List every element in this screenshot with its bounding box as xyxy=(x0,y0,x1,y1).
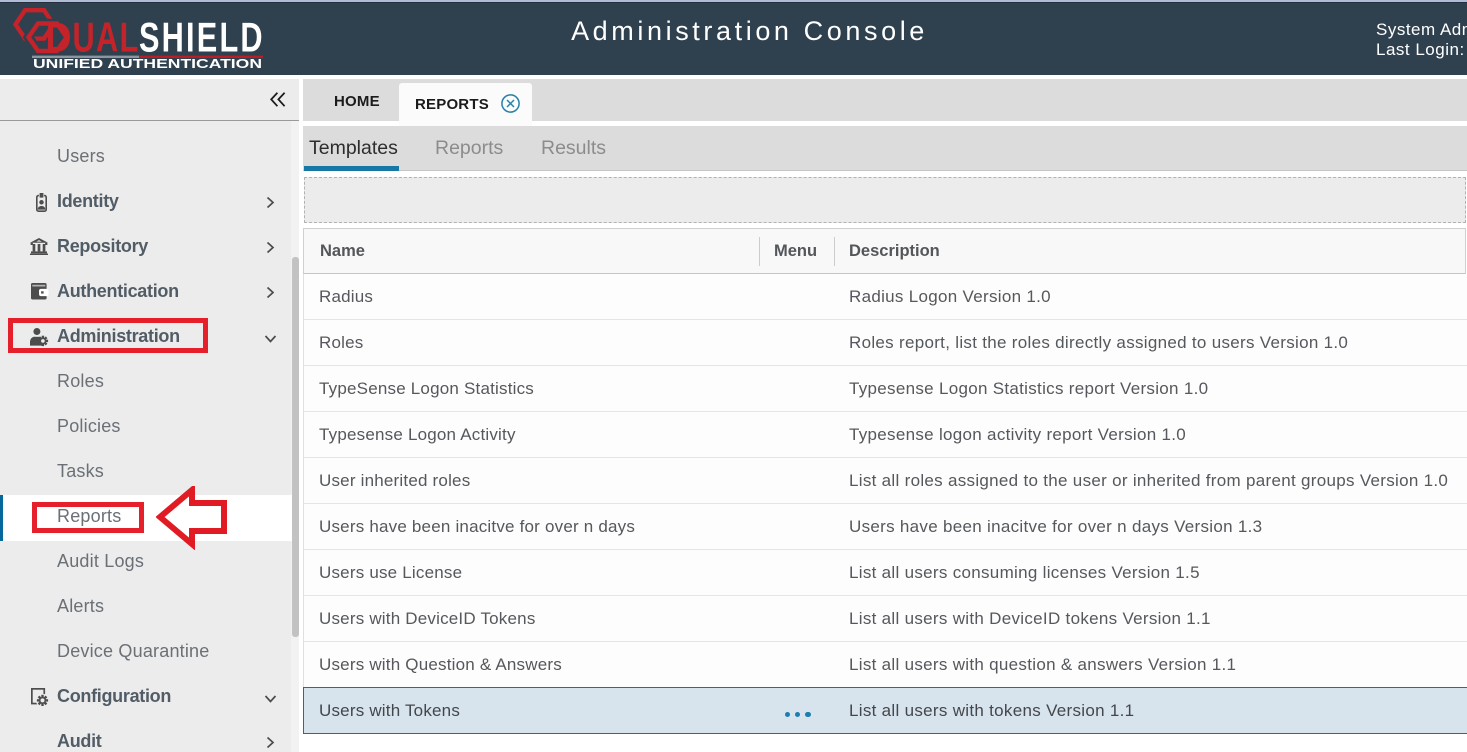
svg-text:SHIELD: SHIELD xyxy=(139,14,263,61)
svg-text:UAL: UAL xyxy=(73,14,139,61)
svg-text:D: D xyxy=(46,14,72,61)
svg-text:UNIFIED AUTHENTICATION: UNIFIED AUTHENTICATION xyxy=(33,57,262,71)
